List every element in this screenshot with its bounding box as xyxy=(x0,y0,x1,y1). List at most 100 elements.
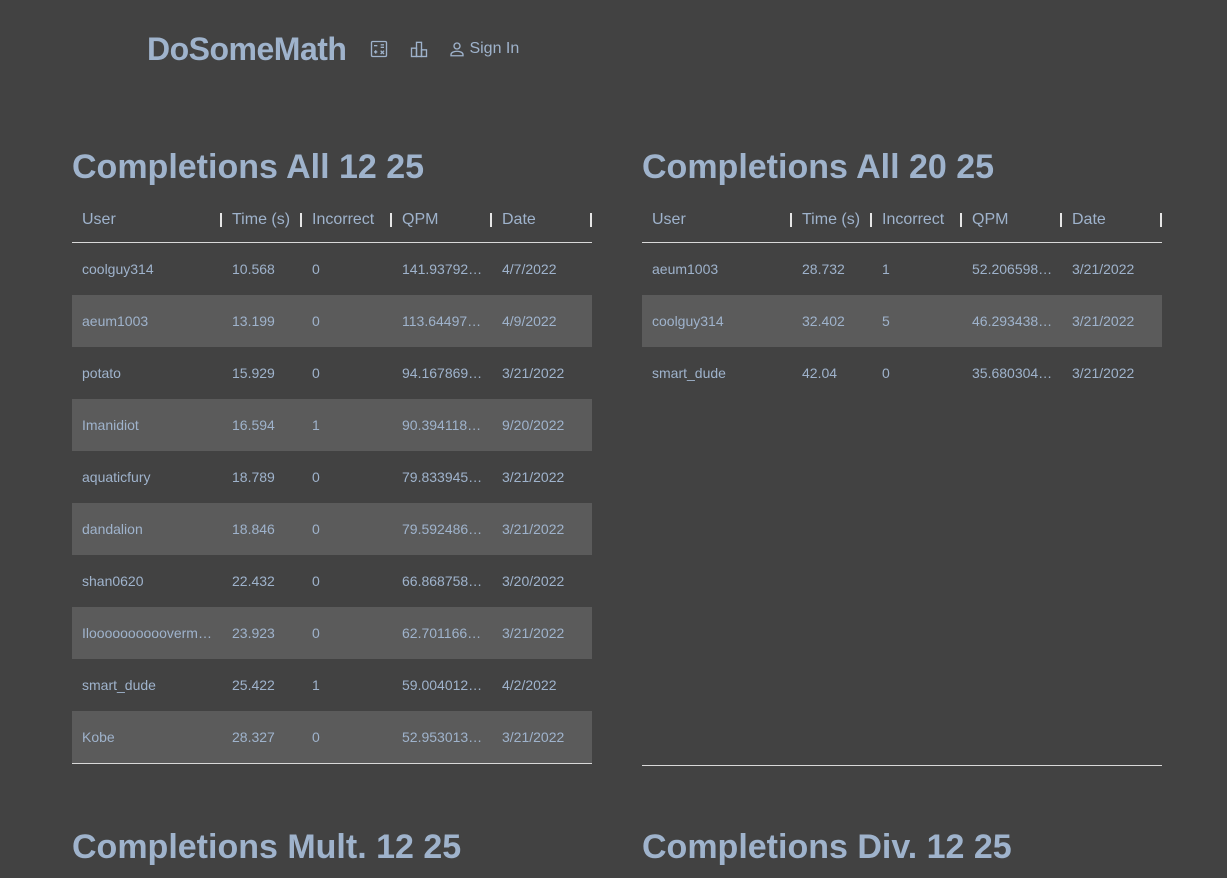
section-title: Completions All 12 25 xyxy=(72,148,425,186)
table-row[interactable]: aquaticfury 18.789 0 79.833945… 3/21/2022 xyxy=(72,451,592,503)
date-cell: 3/21/2022 xyxy=(1072,313,1135,329)
incorrect-cell: 0 xyxy=(312,365,320,381)
time-cell: 23.923 xyxy=(232,625,275,641)
time-cell: 25.422 xyxy=(232,677,275,693)
table-body: aeum1003 28.732 1 52.206598… 3/21/2022 coolgu… xyxy=(642,243,1162,399)
date-cell: 3/21/2022 xyxy=(1072,261,1135,277)
column-header-time[interactable]: Time (s) xyxy=(222,211,302,229)
column-header-time[interactable]: Time (s) xyxy=(792,211,872,229)
table-row[interactable]: aeum1003 13.199 0 113.64497… 4/9/2022 xyxy=(72,295,592,347)
incorrect-cell: 0 xyxy=(312,573,320,589)
table-row[interactable]: aeum1003 28.732 1 52.206598… 3/21/2022 xyxy=(642,243,1162,295)
qpm-cell: 35.680304… xyxy=(972,365,1053,381)
user-cell: smart_dude xyxy=(652,365,726,381)
table-row[interactable]: smart_dude 42.04 0 35.680304… 3/21/2022 xyxy=(642,347,1162,399)
date-cell: 4/9/2022 xyxy=(502,313,557,329)
table-row[interactable]: smart_dude 25.422 1 59.004012… 4/2/2022 xyxy=(72,659,592,711)
table-section-all-20-25: Completions All 20 25 User Time (s) Inco… xyxy=(642,147,1162,766)
user-cell: Kobe xyxy=(82,729,115,745)
table-row[interactable]: shan0620 22.432 0 66.868758… 3/20/2022 xyxy=(72,555,592,607)
date-cell: 3/21/2022 xyxy=(502,365,565,381)
column-header-incorrect[interactable]: Incorrect xyxy=(302,211,392,229)
time-cell: 28.327 xyxy=(232,729,275,745)
date-cell: 3/21/2022 xyxy=(502,521,565,537)
qpm-cell: 52.953013… xyxy=(402,729,483,745)
user-cell: dandalion xyxy=(82,521,143,537)
table-row[interactable]: Kobe 28.327 0 52.953013… 3/21/2022 xyxy=(72,711,592,763)
person-icon xyxy=(450,42,465,57)
qpm-cell: 62.701166… xyxy=(402,625,482,641)
date-cell: 3/21/2022 xyxy=(1072,365,1135,381)
table-row[interactable]: Ilooooooooooverm… 23.923 0 62.701166… 3/21/2… xyxy=(72,607,592,659)
user-cell: shan0620 xyxy=(82,573,144,589)
table-row[interactable]: dandalion 18.846 0 79.592486… 3/21/2022 xyxy=(72,503,592,555)
date-cell: 4/2/2022 xyxy=(502,677,557,693)
section-title: Completions Mult. 12 25 xyxy=(72,828,462,866)
table-row[interactable]: coolguy314 10.568 0 141.93792… 4/7/2022 xyxy=(72,243,592,295)
sign-in-label: Sign In xyxy=(469,40,520,57)
column-header-date[interactable]: Date xyxy=(492,211,592,229)
table-bottom-border xyxy=(72,763,592,764)
table-row[interactable]: coolguy314 32.402 5 46.293438… 3/21/2022 xyxy=(642,295,1162,347)
qpm-cell: 59.004012… xyxy=(402,677,483,693)
section-title: Completions All 20 25 xyxy=(642,148,995,186)
incorrect-cell: 1 xyxy=(882,261,890,277)
time-cell: 13.199 xyxy=(232,313,275,329)
column-header-user[interactable]: User xyxy=(72,211,222,229)
user-cell: aquaticfury xyxy=(82,469,151,485)
time-cell: 15.929 xyxy=(232,365,275,381)
user-cell: potato xyxy=(82,365,121,381)
qpm-cell: 52.206598… xyxy=(972,261,1053,277)
site-logo[interactable]: DoSomeMath xyxy=(147,31,347,68)
top-nav: DoSomeMath Sign In xyxy=(147,28,519,70)
qpm-cell: 141.93792… xyxy=(402,261,483,277)
user-cell: coolguy314 xyxy=(82,261,154,277)
incorrect-cell: 0 xyxy=(312,261,320,277)
qpm-cell: 79.833945… xyxy=(402,469,483,485)
column-header-qpm[interactable]: QPM xyxy=(392,211,492,229)
table-header: User Time (s) Incorrect QPM Date xyxy=(72,197,592,243)
incorrect-cell: 0 xyxy=(312,521,320,537)
user-cell: smart_dude xyxy=(82,677,156,693)
time-cell: 10.568 xyxy=(232,261,275,277)
qpm-cell: 113.64497… xyxy=(402,313,482,329)
date-cell: 3/21/2022 xyxy=(502,729,565,745)
incorrect-cell: 0 xyxy=(312,469,320,485)
table-body: coolguy314 10.568 0 141.93792… 4/7/2022 aeum1… xyxy=(72,243,592,764)
section-title: Completions Div. 12 25 xyxy=(642,828,1012,866)
table-section-all-12-25: Completions All 12 25 User Time (s) Inco… xyxy=(72,147,592,764)
incorrect-cell: 0 xyxy=(312,625,320,641)
column-header-incorrect[interactable]: Incorrect xyxy=(872,211,962,229)
date-cell: 3/20/2022 xyxy=(502,573,565,589)
column-header-date[interactable]: Date xyxy=(1062,211,1162,229)
incorrect-cell: 1 xyxy=(312,677,320,693)
table-header: User Time (s) Incorrect QPM Date xyxy=(642,197,1162,243)
user-cell: aeum1003 xyxy=(82,313,149,329)
table-row[interactable]: Imanidiot 16.594 1 90.394118… 9/20/2022 xyxy=(72,399,592,451)
time-cell: 16.594 xyxy=(232,417,275,433)
table-row[interactable]: potato 15.929 0 94.167869… 3/21/2022 xyxy=(72,347,592,399)
leaderboard-table: User Time (s) Incorrect QPM Date aeum100… xyxy=(642,197,1162,399)
qpm-cell: 94.167869… xyxy=(402,365,483,381)
table-section-mult-12-25: Completions Mult. 12 25 xyxy=(72,827,592,867)
time-cell: 18.789 xyxy=(232,469,275,485)
qpm-cell: 46.293438… xyxy=(972,313,1053,329)
table-section-div-12-25: Completions Div. 12 25 xyxy=(642,827,1162,867)
sign-in-link[interactable]: Sign In xyxy=(448,40,519,58)
time-cell: 42.04 xyxy=(802,365,838,381)
incorrect-cell: 1 xyxy=(312,417,320,433)
incorrect-cell: 0 xyxy=(312,313,320,329)
time-cell: 18.846 xyxy=(232,521,275,537)
date-cell: 9/20/2022 xyxy=(502,417,565,433)
time-cell: 22.432 xyxy=(232,573,275,589)
column-header-user[interactable]: User xyxy=(642,211,792,229)
leaderboard-icon[interactable] xyxy=(408,38,430,60)
qpm-cell: 79.592486… xyxy=(402,521,483,537)
incorrect-cell: 5 xyxy=(882,313,890,329)
column-header-qpm[interactable]: QPM xyxy=(962,211,1062,229)
date-cell: 4/7/2022 xyxy=(502,261,557,277)
calculator-icon[interactable] xyxy=(368,38,390,60)
incorrect-cell: 0 xyxy=(882,365,890,381)
qpm-cell: 90.394118… xyxy=(402,417,482,433)
user-cell: Ilooooooooooverm… xyxy=(82,625,212,641)
